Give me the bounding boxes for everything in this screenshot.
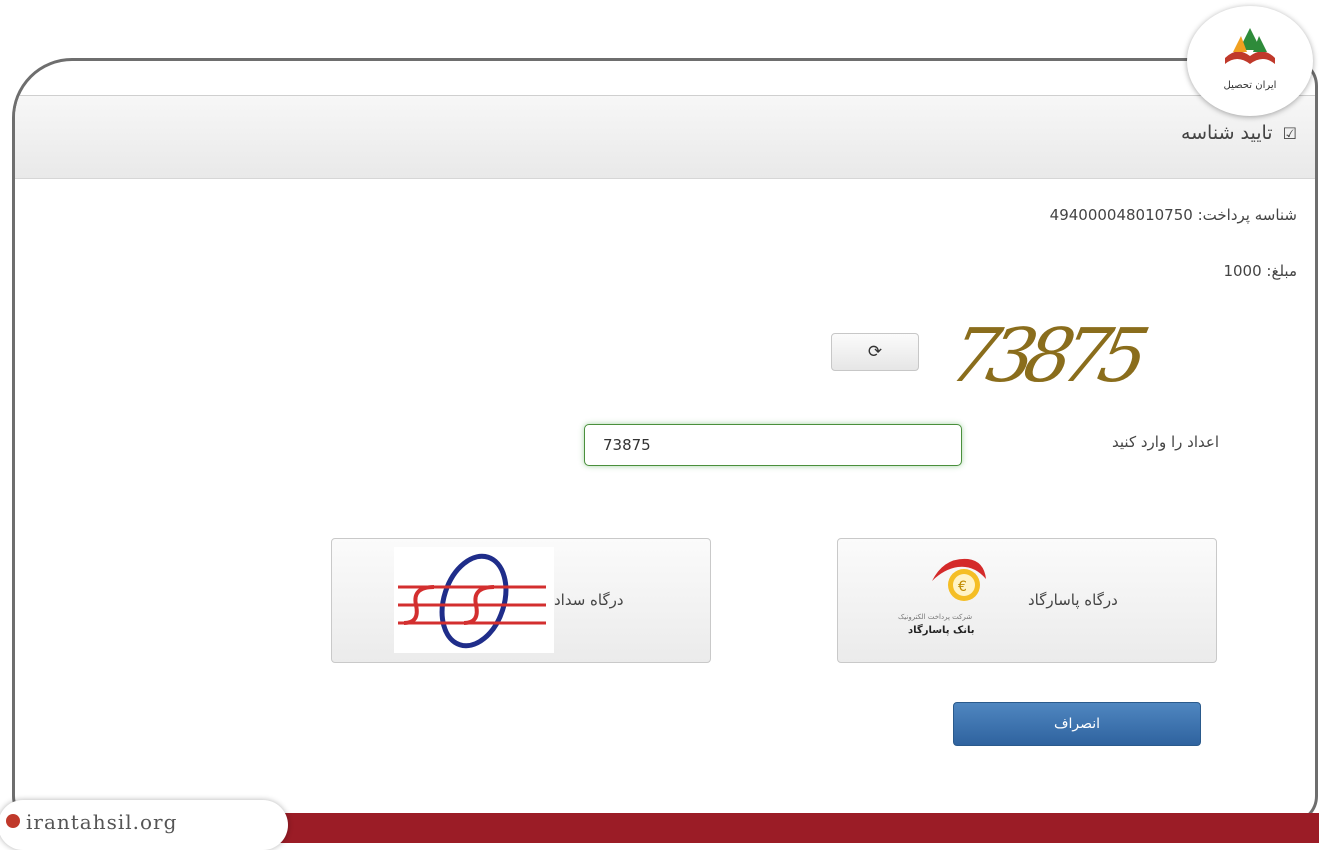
panel-title-text: تایید شناسه: [1180, 122, 1273, 144]
payment-amount-label: مبلغ:: [1266, 262, 1297, 280]
pasargad-logo-name: بانک پاسارگاد: [908, 625, 975, 636]
watermark-text: irantahsil.org: [26, 810, 178, 834]
svg-text:€: €: [958, 579, 967, 595]
footer-bar: [260, 813, 1319, 843]
refresh-icon: ⟳: [867, 342, 883, 362]
logo-text: ایران تحصیل: [1223, 80, 1277, 91]
pasargad-logo-icon: €: [932, 558, 986, 601]
captcha-text: 73875: [943, 313, 1153, 393]
payment-amount: مبلغ: 1000: [1223, 262, 1297, 280]
panel-title: ☑ تایید شناسه: [1181, 122, 1297, 144]
checkbox-checked-icon: ☑: [1282, 124, 1297, 143]
captcha-prompt: اعداد را وارد کنید: [1112, 433, 1219, 451]
panel-header: ☑ تایید شناسه: [15, 95, 1315, 179]
payment-id-value: 494000048010750: [1049, 206, 1193, 224]
cancel-button[interactable]: انصراف: [953, 702, 1201, 746]
gateway-sadad-label: درگاه سداد: [554, 591, 624, 609]
gateway-pasargad-label: درگاه پاسارگاد: [1028, 591, 1118, 609]
captcha-input[interactable]: [584, 424, 962, 466]
site-watermark: irantahsil.org: [0, 800, 288, 850]
captcha-image: 73875: [943, 313, 1153, 393]
payment-id-label: شناسه پرداخت:: [1197, 206, 1297, 224]
watermark-dot-icon: [6, 814, 20, 828]
gateway-sadad-button[interactable]: درگاه سداد: [331, 538, 711, 663]
payment-amount-value: 1000: [1223, 262, 1262, 280]
payment-panel: ☑ تایید شناسه شناسه پرداخت: 494000048010…: [12, 58, 1318, 824]
gateway-pasargad-button[interactable]: درگاه پاسارگاد € شرکت پرداخت الکترونیک ب…: [837, 538, 1217, 663]
site-logo: ایران تحصیل: [1187, 6, 1313, 116]
sadad-logo-icon: [394, 547, 554, 653]
captcha-refresh-button[interactable]: ⟳: [831, 333, 919, 371]
payment-id: شناسه پرداخت: 494000048010750: [1050, 206, 1297, 224]
logo-emblem-icon: [1225, 28, 1275, 64]
pasargad-logo-caption: شرکت پرداخت الکترونیک: [898, 613, 973, 621]
